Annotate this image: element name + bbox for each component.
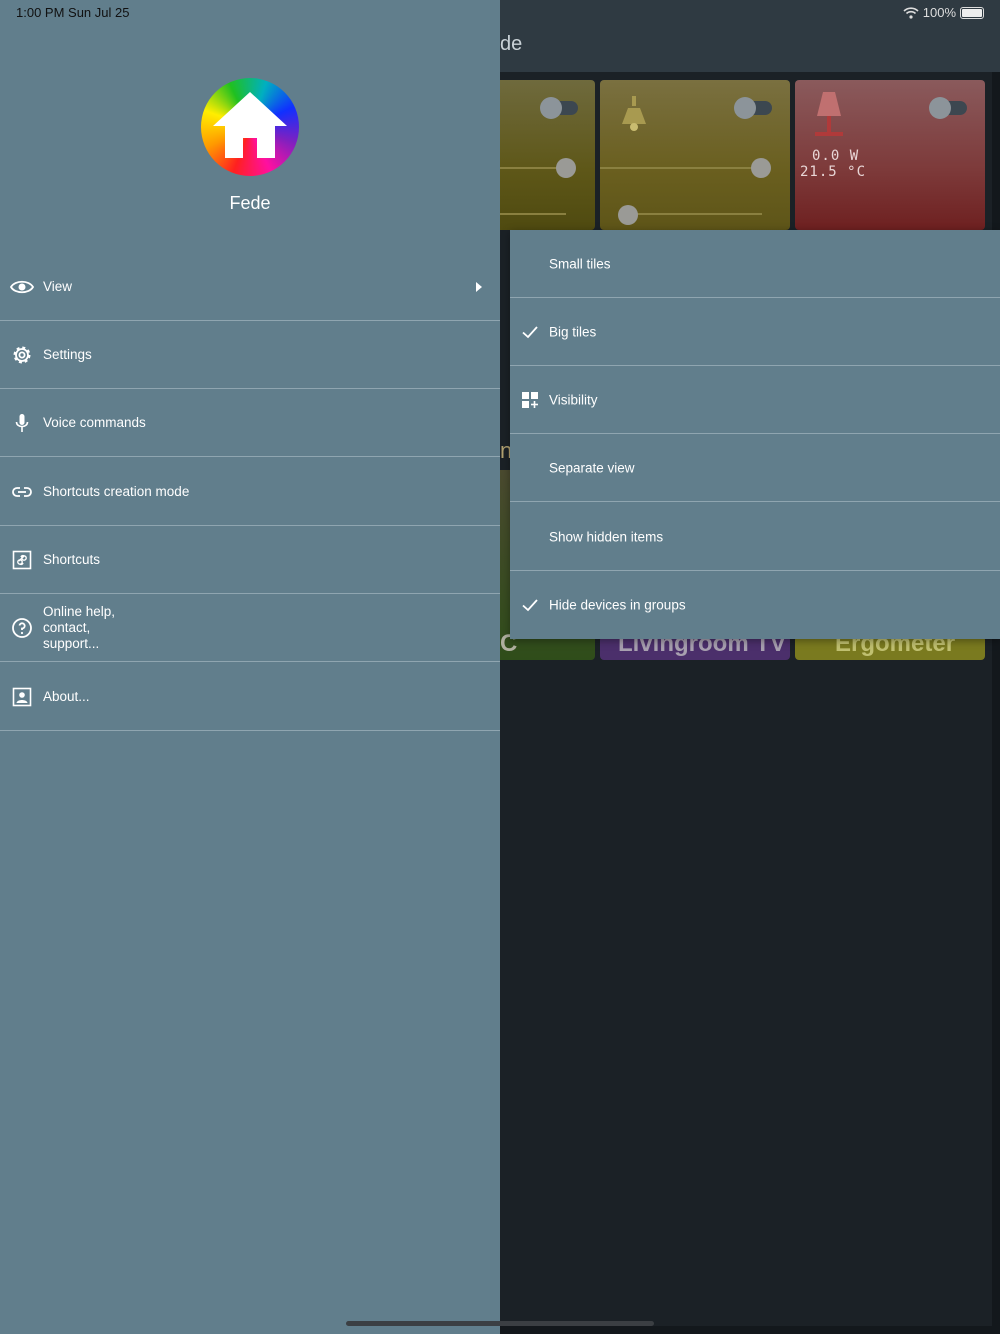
slider-handle[interactable]	[751, 158, 771, 178]
temperature-reading: 21.5 °C	[800, 164, 867, 180]
table-lamp-icon	[815, 92, 843, 136]
submenu-item-label: Big tiles	[549, 324, 597, 339]
help-icon	[12, 617, 32, 638]
ergometer-tile[interactable]: Ergometer	[795, 636, 985, 660]
menu-item-voice-commands[interactable]: Voice commands	[0, 389, 500, 457]
submenu-item-small-tiles[interactable]: Small tiles	[510, 230, 1000, 298]
submenu-item-label: Hide devices in groups	[549, 597, 686, 613]
slider-handle[interactable]	[618, 205, 638, 225]
livingroom-tv-tile[interactable]: Livingroom TV	[600, 636, 790, 660]
link-icon	[12, 486, 32, 497]
menu-item-label: Voice commands	[43, 414, 146, 430]
power-reading: 0.0 W	[812, 148, 860, 164]
slider-track	[600, 167, 770, 169]
house-icon	[213, 92, 287, 158]
submenu-item-separate-view[interactable]: Separate view	[510, 434, 1000, 502]
ceiling-lamp-icon	[622, 96, 646, 131]
menu-item-about[interactable]: About...	[0, 663, 500, 731]
shortcut-icon	[12, 550, 32, 569]
menu-item-settings[interactable]: Settings	[0, 321, 500, 389]
checkmark-icon	[522, 325, 538, 338]
tile-label: Ergometer	[835, 636, 956, 657]
app-logo	[201, 78, 299, 176]
navigation-drawer: 1:00 PM Sun Jul 25 Fede View Settings Vo…	[0, 0, 500, 1334]
lamp-toggle[interactable]	[734, 97, 772, 119]
menu-item-label: Shortcuts creation mode	[43, 483, 190, 499]
battery-icon	[960, 6, 984, 19]
battery-percent: 100%	[922, 5, 956, 20]
plug-tile[interactable]: 0.0 W 21.5 °C	[795, 80, 985, 230]
status-time: 1:00 PM Sun Jul 25	[16, 5, 130, 20]
menu-item-view[interactable]: View	[0, 253, 500, 321]
submenu-item-hide-devices-in-groups[interactable]: Hide devices in groups	[510, 571, 1000, 639]
submenu-item-big-tiles[interactable]: Big tiles	[510, 298, 1000, 366]
user-name: Fede	[229, 193, 271, 213]
submenu-item-label: Visibility	[549, 392, 598, 407]
menu-item-label: Online help, contact, support...	[43, 603, 116, 651]
submenu-item-visibility[interactable]: Visibility	[510, 366, 1000, 434]
menu-item-shortcuts[interactable]: Shortcuts	[0, 526, 500, 594]
contact-card-icon	[12, 687, 32, 706]
home-indicator[interactable]	[346, 1321, 654, 1326]
submenu-item-show-hidden-items[interactable]: Show hidden items	[510, 503, 1000, 571]
menu-item-label: Settings	[43, 346, 92, 362]
submenu-item-label: Separate view	[549, 460, 635, 475]
lamp-tile[interactable]	[600, 80, 790, 230]
gear-icon	[13, 346, 31, 363]
status-indicators: 100%	[903, 5, 984, 20]
slider-handle[interactable]	[556, 158, 576, 178]
submenu-item-label: Small tiles	[549, 256, 611, 271]
submenu-item-label: Show hidden items	[549, 529, 664, 544]
menu-item-online-help[interactable]: Online help, contact, support...	[0, 594, 500, 662]
menu-item-label: Shortcuts	[43, 551, 101, 567]
visibility-grid-icon	[522, 391, 538, 408]
wifi-icon	[903, 6, 919, 19]
microphone-icon	[15, 413, 29, 432]
menu-item-label: About...	[43, 688, 90, 704]
tile-label: Livingroom TV	[618, 636, 786, 657]
menu-item-label: View	[43, 278, 73, 294]
app-title: de	[500, 33, 523, 55]
eye-icon	[10, 280, 34, 293]
chevron-right-icon	[476, 281, 482, 292]
menu-item-shortcuts-creation-mode[interactable]: Shortcuts creation mode	[0, 458, 500, 526]
checkmark-icon	[522, 599, 538, 612]
slider-track	[500, 213, 566, 215]
plug-toggle[interactable]	[929, 97, 967, 119]
view-submenu: Small tiles Big tiles Visibility Separat…	[510, 230, 1000, 639]
slider-track	[620, 213, 762, 215]
light-toggle[interactable]	[540, 97, 578, 119]
